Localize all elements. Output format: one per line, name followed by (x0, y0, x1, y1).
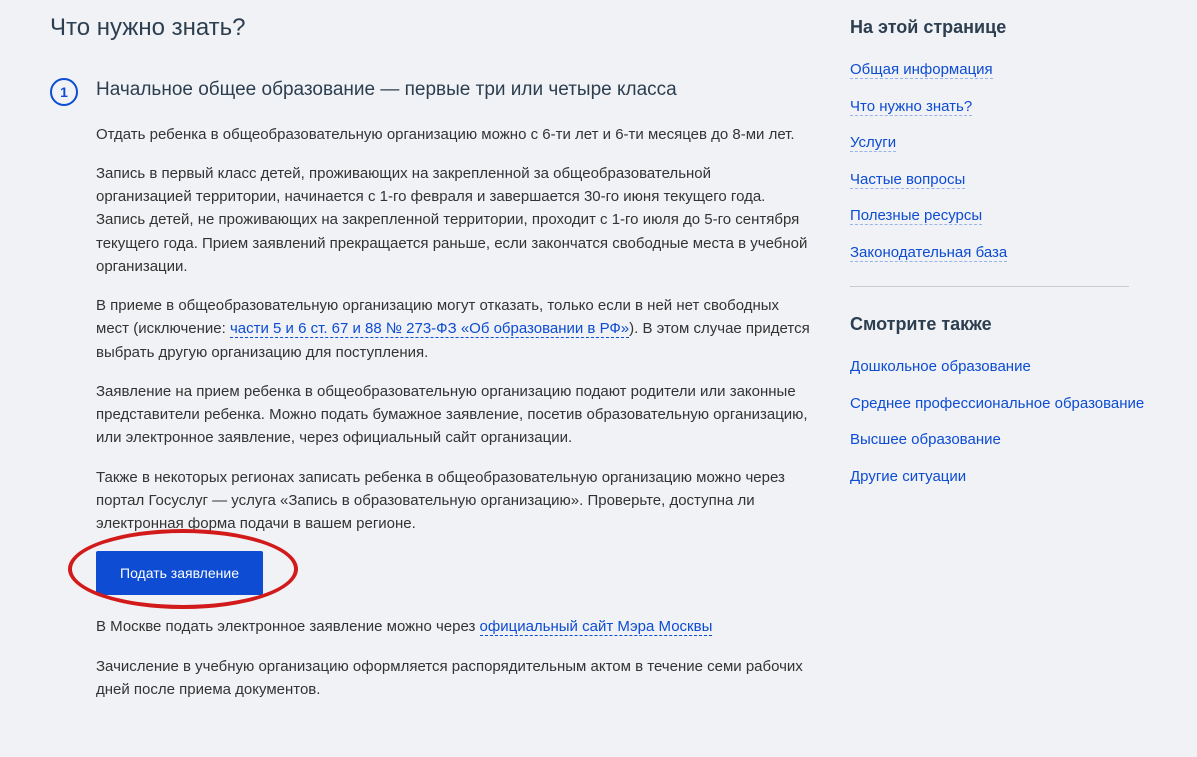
onpage-link-what-to-know[interactable]: Что нужно знать? (850, 98, 972, 116)
item-heading: Начальное общее образование — первые три… (96, 76, 810, 105)
text: В Москве подать электронное заявление мо… (96, 618, 480, 635)
paragraph: Также в некоторых регионах записать ребе… (96, 466, 810, 536)
law-reference-link[interactable]: части 5 и 6 ст. 67 и 88 № 273-ФЗ «Об обр… (230, 320, 629, 338)
seealso-links-list: Дошкольное образование Среднее профессио… (850, 356, 1160, 488)
sidebar-separator (850, 286, 1129, 287)
onpage-link-faq[interactable]: Частые вопросы (850, 171, 965, 189)
paragraph: Зачисление в учебную организацию оформля… (96, 655, 810, 702)
submit-button-wrapper: Подать заявление (96, 551, 263, 595)
paragraph: Запись в первый класс детей, проживающих… (96, 162, 810, 278)
onpage-link-general-info[interactable]: Общая информация (850, 61, 993, 79)
onpage-link-services[interactable]: Услуги (850, 134, 896, 152)
main-content: Что нужно знать? 1 Начальное общее образ… (0, 0, 850, 757)
onpage-link-legislation[interactable]: Законодательная база (850, 244, 1007, 262)
numbered-item: 1 Начальное общее образование — первые т… (50, 76, 810, 717)
onpage-links-list: Общая информация Что нужно знать? Услуги… (850, 59, 1160, 264)
section-title: Что нужно знать? (50, 10, 810, 46)
submit-application-button[interactable]: Подать заявление (96, 551, 263, 595)
seealso-link-vocational[interactable]: Среднее профессиональное образование (850, 395, 1144, 412)
moscow-mayor-site-link[interactable]: официальный сайт Мэра Москвы (480, 618, 713, 636)
item-number-badge: 1 (50, 78, 78, 106)
paragraph: В Москве подать электронное заявление мо… (96, 615, 810, 638)
onpage-heading: На этой странице (850, 14, 1160, 41)
seealso-link-preschool[interactable]: Дошкольное образование (850, 358, 1031, 375)
seealso-heading: Смотрите также (850, 311, 1160, 338)
sidebar: На этой странице Общая информация Что ну… (850, 0, 1180, 757)
onpage-link-resources[interactable]: Полезные ресурсы (850, 207, 982, 225)
paragraph: Отдать ребенка в общеобразовательную орг… (96, 123, 810, 146)
item-body: Начальное общее образование — первые три… (96, 76, 810, 717)
seealso-link-other[interactable]: Другие ситуации (850, 468, 966, 485)
paragraph: Заявление на прием ребенка в общеобразов… (96, 380, 810, 450)
paragraph: В приеме в общеобразовательную организац… (96, 294, 810, 364)
seealso-link-higher-ed[interactable]: Высшее образование (850, 431, 1001, 448)
